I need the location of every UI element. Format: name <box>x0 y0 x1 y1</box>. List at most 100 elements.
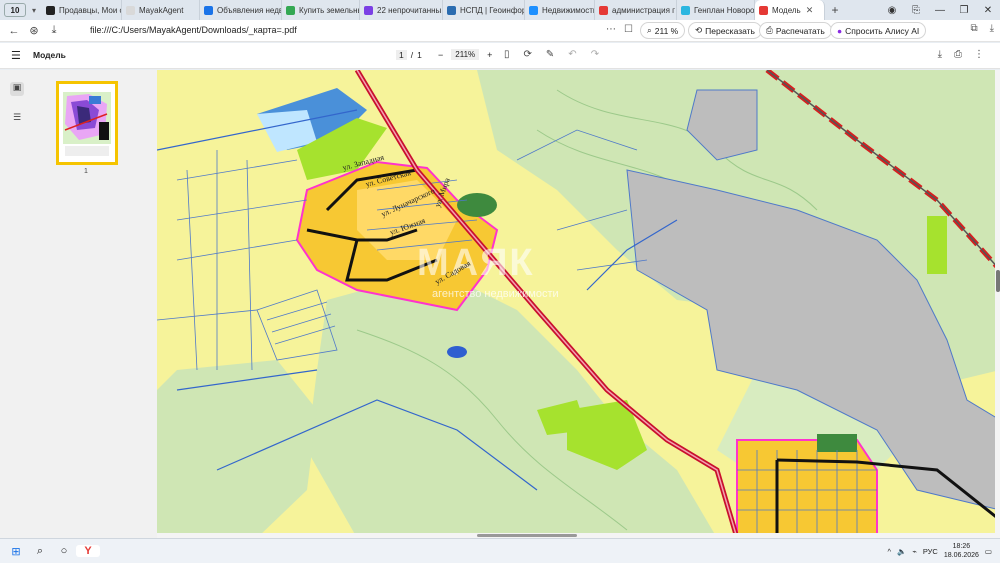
close-tab-icon[interactable]: ✕ <box>806 5 814 16</box>
pdf-zoom-controls: − 211% + <box>438 49 492 60</box>
tab-favicon-icon <box>599 5 608 15</box>
clock-time: 18:26 <box>952 543 971 550</box>
tab-favicon-icon <box>529 5 538 15</box>
tab-label: MayakAgent <box>139 5 184 15</box>
browser-tab[interactable]: Недвижимость <box>525 0 595 20</box>
thumbnail-sidebar: ▣ ☰ 1 <box>0 70 157 538</box>
browser-tab[interactable]: Продавцы, Мои о <box>42 0 122 20</box>
page-separator: / <box>410 50 414 60</box>
back-icon[interactable]: ← <box>4 25 24 37</box>
zoom-button[interactable]: ⌕ 211 % <box>640 22 686 39</box>
page-total: 1 <box>417 50 422 60</box>
undo-icon[interactable]: ↶ <box>568 49 576 60</box>
browser-tab[interactable]: Купить земельны <box>282 0 360 20</box>
tab-label: Продавцы, Мои о <box>59 5 122 15</box>
tab-favicon-icon <box>759 5 768 15</box>
chevron-up-icon[interactable]: ^ <box>887 547 891 556</box>
translate-icon: ⟲ <box>695 25 703 35</box>
printer-icon: ⎙ <box>766 25 773 35</box>
address-bar: ← ⊛ ⤓ file:///C:/Users/MayakAgent/Downlo… <box>0 20 1000 42</box>
browser-tab[interactable]: Генплан Новорос <box>677 0 755 20</box>
url-field[interactable]: file:///C:/Users/MayakAgent/Downloads/_к… <box>90 25 297 35</box>
network-icon[interactable]: ⌁ <box>912 547 917 556</box>
window-controls: ◉ ⎘ — ❐ ✕ <box>880 0 1000 20</box>
clock-date: 18.06.2026 <box>943 552 979 559</box>
chevron-down-icon[interactable]: ▾ <box>26 6 42 15</box>
tab-label: Недвижимость <box>542 5 595 15</box>
horizontal-scroll-thumb[interactable] <box>477 534 577 537</box>
tab-favicon-icon <box>126 5 135 15</box>
more-icon[interactable]: ⋯ <box>606 24 616 35</box>
tab-count-button[interactable]: 10 <box>4 3 26 17</box>
rotate-icon[interactable]: ⟳ <box>524 49 532 60</box>
pdf-page-viewer[interactable]: МАЯК агентство недвижимости ул. Западная… <box>157 70 1000 538</box>
profile-icon[interactable]: ◉ <box>880 5 904 16</box>
watermark-subtitle: агентство недвижимости <box>432 288 559 300</box>
vertical-scrollbar[interactable] <box>995 70 1000 538</box>
windows-start-icon[interactable]: ⊞ <box>4 545 28 558</box>
browser-tab[interactable]: Модель ✕ <box>755 0 825 20</box>
task-view-icon[interactable]: ○ <box>52 545 76 557</box>
tab-label: администрация г <box>612 5 676 15</box>
tab-favicon-icon <box>447 5 456 15</box>
yandex-browser-icon[interactable]: Y <box>76 545 100 557</box>
translate-button[interactable]: ⟲ Пересказать <box>688 22 762 39</box>
tab-label: Модель <box>772 5 801 15</box>
pdf-zoom-value[interactable]: 211% <box>451 49 480 60</box>
download-icon[interactable]: ⤓ <box>990 23 994 34</box>
restore-button[interactable]: ❐ <box>952 5 976 16</box>
page-indicator: 1 / 1 <box>396 50 422 60</box>
alice-icon: ● <box>837 25 843 36</box>
thumbnails-view-icon[interactable]: ▣ <box>10 82 24 96</box>
minimize-button[interactable]: — <box>928 5 952 16</box>
zoom-icon: ⌕ <box>647 25 652 35</box>
zoom-in-button[interactable]: + <box>487 50 492 60</box>
pdf-toolbar: ☰ Модель 1 / 1 − 211% + ▯ ⟳ ✎ ↶ ↷ ⤓ ⎙ ⋮ <box>0 43 1000 69</box>
ask-alice-button[interactable]: ● Спросить Алису AI <box>830 22 927 39</box>
tab-bar: 10 ▾ Продавцы, Мои о MayakAgent Объявления… <box>0 0 1000 20</box>
new-tab-button[interactable]: + <box>825 3 845 17</box>
search-icon[interactable]: ⌕ <box>28 545 52 558</box>
tab-label: 22 непрочитанны <box>377 5 442 15</box>
browser-tab[interactable]: Объявления недв <box>200 0 282 20</box>
download-pdf-icon[interactable]: ⤓ <box>938 49 942 60</box>
speaker-icon[interactable]: 🔈 <box>897 547 906 556</box>
bookmark-icon[interactable]: ⎘ <box>904 5 928 16</box>
map-image <box>157 70 1000 538</box>
document-title: Модель <box>33 50 66 60</box>
print-button[interactable]: ⎙ Распечатать <box>759 22 832 39</box>
print-pdf-icon[interactable]: ⎙ <box>954 49 962 60</box>
page-number-input[interactable]: 1 <box>396 50 407 60</box>
fit-page-icon[interactable]: ▯ <box>504 49 510 60</box>
browser-tab[interactable]: MayakAgent <box>122 0 200 20</box>
zoom-out-button[interactable]: − <box>438 50 443 60</box>
draw-icon[interactable]: ✎ <box>546 49 554 60</box>
bookmark-page-icon[interactable]: ☐ <box>624 24 633 35</box>
vertical-scroll-thumb[interactable] <box>996 270 1000 292</box>
language-indicator[interactable]: РУС <box>923 547 938 556</box>
tab-label: НСПД | Геоинфор <box>460 5 525 15</box>
notifications-icon[interactable]: ▭ <box>985 547 992 556</box>
more-options-icon[interactable]: ⋮ <box>974 49 984 60</box>
tab-favicon-icon <box>681 5 690 15</box>
browser-tab[interactable]: НСПД | Геоинфор <box>443 0 525 20</box>
browser-tab[interactable]: 22 непрочитанны <box>360 0 443 20</box>
close-window-button[interactable]: ✕ <box>976 5 1000 16</box>
browser-tab[interactable]: администрация г <box>595 0 677 20</box>
outline-view-icon[interactable]: ☰ <box>10 112 24 126</box>
tab-label: Купить земельны <box>299 5 360 15</box>
tab-favicon-icon <box>46 5 55 15</box>
tab-favicon-icon <box>364 5 373 15</box>
menu-icon[interactable]: ☰ <box>11 49 21 62</box>
thumbnail-page-label: 1 <box>84 168 88 175</box>
windows-taskbar: ⊞ ⌕ ○ Y ^ 🔈 ⌁ РУС 18:26 18.06.2026 ▭ <box>0 538 1000 563</box>
shield-icon[interactable]: ⊛ <box>24 24 44 37</box>
extensions-icon[interactable]: ⧉ <box>970 23 977 34</box>
clock[interactable]: 18:26 18.06.2026 <box>944 542 979 560</box>
thumbnail-image <box>59 84 115 162</box>
download-manager-icon[interactable]: ⤓ <box>44 24 64 37</box>
redo-icon[interactable]: ↷ <box>591 49 599 60</box>
tab-label: Объявления недв <box>217 5 282 15</box>
page-thumbnail[interactable] <box>56 81 118 165</box>
system-tray: ^ 🔈 ⌁ РУС 18:26 18.06.2026 ▭ <box>887 542 992 560</box>
